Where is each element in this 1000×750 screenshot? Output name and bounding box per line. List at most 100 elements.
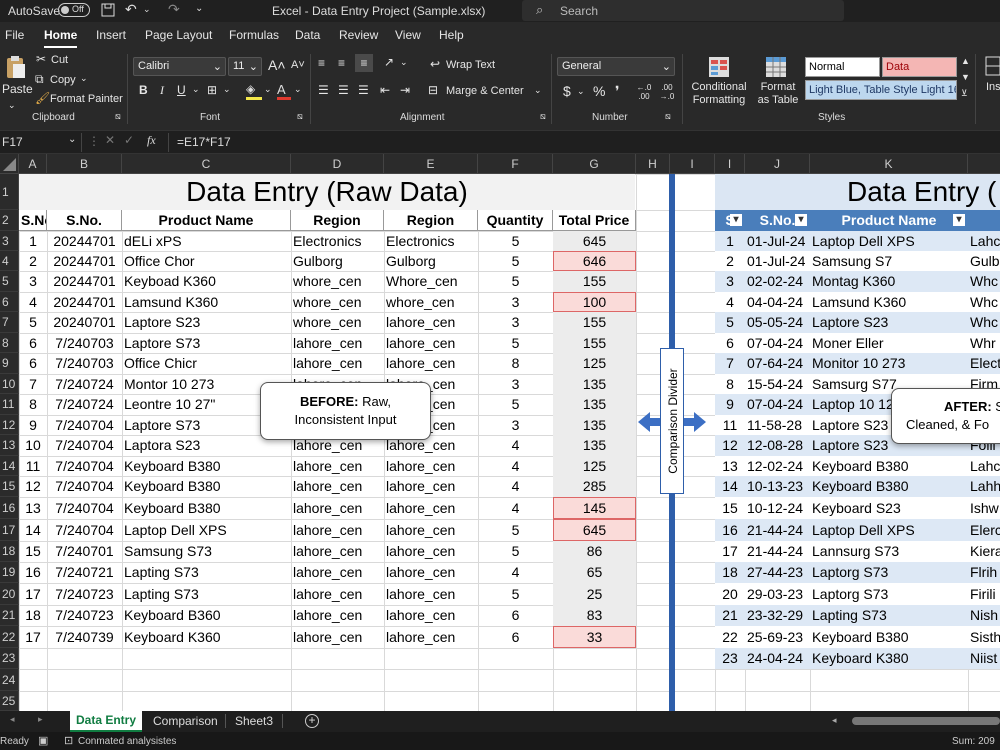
table-cell[interactable]: 5 (19, 312, 47, 333)
decrease-indent-icon[interactable]: ⇤ (380, 83, 390, 97)
table-cell[interactable]: 13 (715, 456, 745, 476)
orientation-icon[interactable]: ↗ (384, 55, 394, 69)
table-cell[interactable]: 01-Jul-24 (745, 231, 810, 251)
table-cell[interactable]: 5 (478, 333, 553, 353)
table-cell[interactable]: 11 (715, 415, 745, 435)
table-cell[interactable]: 16 (19, 562, 47, 583)
row-header[interactable]: 13 (0, 435, 19, 456)
scroll-left-icon[interactable]: ◂ (832, 715, 837, 726)
table-cell[interactable]: 2 (19, 251, 47, 271)
table-cell[interactable]: Keyboard B380 (810, 626, 968, 648)
table-cell[interactable]: 100 (553, 292, 636, 312)
column-header-cell[interactable]: Region (384, 210, 478, 231)
name-box[interactable]: F17 ⌄ (0, 133, 82, 152)
column-header[interactable]: H (636, 154, 670, 174)
increase-indent-icon[interactable]: ⇥ (400, 83, 410, 97)
table-cell[interactable]: Lapting S73 (122, 583, 291, 605)
row-header[interactable]: 16 (0, 497, 19, 519)
table-cell[interactable]: Laptore S23 (122, 312, 291, 333)
filter-dropdown-icon[interactable]: ▾ (953, 214, 965, 226)
table-cell[interactable]: 8 (19, 394, 47, 415)
table-cell[interactable]: Keyboard S23 (810, 497, 968, 519)
table-cell[interactable]: 11-58-28 (745, 415, 810, 435)
tab-home[interactable]: Home (44, 28, 78, 48)
font-color-dropdown-icon[interactable]: ⌄ (294, 84, 302, 95)
style-normal[interactable]: Normal (805, 57, 880, 77)
row-header[interactable]: 9 (0, 353, 19, 374)
table-cell[interactable]: 20 (715, 583, 745, 605)
table-cell[interactable]: 20244701 (47, 292, 122, 312)
table-cell[interactable]: 4 (478, 497, 553, 519)
column-header[interactable]: J (745, 154, 810, 174)
table-cell[interactable]: 07-04-24 (745, 394, 810, 415)
tab-formulas[interactable]: Formulas (229, 28, 279, 42)
accessibility-icon[interactable]: ⊡ (64, 734, 73, 747)
font-name-select[interactable]: Calibri ⌄ (133, 57, 226, 76)
row-header[interactable]: 23 (0, 648, 19, 669)
horizontal-scrollbar[interactable]: ◂ (826, 715, 1000, 727)
search-box[interactable]: ⌕ Search (522, 0, 844, 21)
table-cell[interactable]: 29-03-23 (745, 583, 810, 605)
table-cell[interactable]: Laptop Dell XPS (810, 519, 968, 541)
clipboard-launcher-icon[interactable]: ⧅ (115, 111, 121, 122)
table-cell[interactable]: Whc (968, 292, 1000, 312)
table-cell[interactable]: 8 (715, 374, 745, 394)
table-cell[interactable]: 10-12-24 (745, 497, 810, 519)
table-cell[interactable]: 15 (715, 497, 745, 519)
table-cell[interactable]: Keyboard B380 (810, 456, 968, 476)
borders-icon[interactable]: ⊞ (207, 83, 217, 97)
style-table-light-16[interactable]: Light Blue, Table Style Light 16 (805, 80, 957, 100)
table-cell[interactable]: 3 (478, 374, 553, 394)
table-cell[interactable]: Keyboard K380 (810, 648, 968, 669)
table-cell[interactable]: 20240701 (47, 312, 122, 333)
table-cell[interactable]: 23 (715, 648, 745, 669)
align-bottom-icon[interactable]: ≡ (355, 54, 373, 72)
table-cell[interactable]: 7 (19, 374, 47, 394)
row-header[interactable]: 12 (0, 415, 19, 435)
table-cell[interactable]: 5 (478, 251, 553, 271)
format-as-table-button[interactable]: Format as Table (754, 81, 802, 107)
table-cell[interactable]: Gulb (968, 251, 1000, 271)
table-cell[interactable]: 1 (19, 231, 47, 251)
column-header-cell[interactable]: S.No. (19, 210, 47, 231)
font-color-icon[interactable]: A (277, 82, 291, 100)
column-header[interactable]: B (47, 154, 122, 174)
table-cell[interactable]: 7 (715, 353, 745, 374)
tab-review[interactable]: Review (339, 28, 378, 42)
underline-button[interactable]: U (177, 83, 186, 97)
table-cell[interactable]: 7/240704 (47, 456, 122, 476)
filter-dropdown-icon[interactable]: ▾ (730, 214, 742, 226)
table-cell[interactable]: 135 (553, 435, 636, 456)
table-cell[interactable]: Lamsund K360 (810, 292, 968, 312)
fill-color-icon[interactable]: ◈ (246, 82, 262, 100)
row-header[interactable]: 3 (0, 231, 19, 251)
row-header[interactable]: 19 (0, 562, 19, 583)
column-header-cell[interactable]: Product Name (122, 210, 291, 231)
table-cell[interactable]: Laptorg S73 (810, 562, 968, 583)
table-cell[interactable]: 7/240704 (47, 435, 122, 456)
add-sheet-button[interactable]: + (305, 714, 319, 728)
table-cell[interactable]: 33 (553, 626, 636, 648)
table-cell[interactable]: lahore_cen (291, 353, 384, 374)
table-cell[interactable]: Lahc (968, 231, 1000, 251)
tab-data[interactable]: Data (295, 28, 320, 42)
paste-dropdown-icon[interactable]: ⌄ (8, 100, 16, 111)
table-cell[interactable]: Office Chor (122, 251, 291, 271)
table-cell[interactable]: 4 (715, 292, 745, 312)
select-all-corner[interactable] (0, 154, 19, 174)
copy-icon[interactable]: ⧉ (35, 72, 44, 87)
table-cell[interactable]: 14 (19, 519, 47, 541)
percent-button[interactable]: % (593, 83, 605, 99)
table-cell[interactable]: 135 (553, 394, 636, 415)
styles-scroll-down-icon[interactable]: ▼ (961, 72, 970, 82)
table-cell[interactable]: Whc (968, 312, 1000, 333)
borders-dropdown-icon[interactable]: ⌄ (223, 84, 231, 95)
table-cell[interactable]: lahore_cen (384, 626, 478, 648)
table-cell[interactable]: 10 (19, 435, 47, 456)
insert-cells-icon[interactable] (985, 56, 1000, 76)
column-header-cell[interactable]: S▾ (715, 210, 745, 231)
tab-view[interactable]: View (395, 28, 421, 42)
insert-button[interactable]: Ins (986, 81, 1000, 93)
table-cell[interactable]: Keyboard K360 (122, 626, 291, 648)
table-cell[interactable]: 5 (478, 394, 553, 415)
